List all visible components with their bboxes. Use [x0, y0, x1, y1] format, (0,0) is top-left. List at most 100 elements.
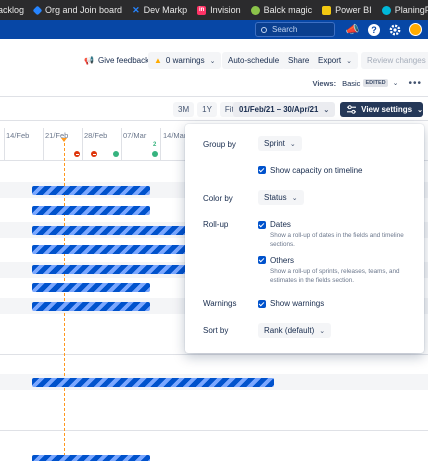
megaphone-icon: 📢: [84, 56, 94, 65]
bookmark-dev-markp[interactable]: ✕ Dev Markp: [132, 5, 187, 15]
issue-bar[interactable]: [32, 283, 150, 292]
zoom-1y-button[interactable]: 1Y: [197, 102, 217, 117]
issue-bar[interactable]: [32, 206, 150, 215]
issue-bar[interactable]: [32, 226, 192, 235]
search-placeholder: Search: [272, 25, 298, 34]
color-by-label: Color by: [203, 194, 233, 203]
bookmark-label: Dev Markp: [143, 5, 188, 15]
chevron-down-icon: ⌄: [323, 106, 330, 114]
settings-gear-icon[interactable]: [387, 22, 402, 37]
timeline-tick: [4, 128, 5, 160]
warning-icon: ▲: [154, 56, 162, 65]
sort-by-select[interactable]: Rank (default) ⌄: [258, 323, 332, 338]
help-icon[interactable]: ?: [366, 22, 381, 37]
release-overdue-marker[interactable]: [91, 151, 97, 157]
bookmark-label: Balck magic: [263, 5, 313, 15]
group-by-select[interactable]: Sprint ⌄: [258, 136, 302, 151]
bookmark-balck-magic[interactable]: Balck magic: [250, 5, 313, 15]
chevron-down-icon: ⌄: [289, 140, 296, 148]
issue-bar[interactable]: [32, 302, 150, 311]
toolbar-divider: [0, 96, 428, 97]
release-overdue-marker[interactable]: [74, 151, 80, 157]
export-label: Export: [318, 56, 342, 65]
group-by-value: Sprint: [264, 139, 285, 148]
today-marker: [61, 138, 67, 142]
share-button[interactable]: Share: [282, 52, 316, 69]
issue-bar[interactable]: [32, 245, 192, 254]
views-value: Basic: [342, 78, 361, 88]
sort-by-label: Sort by: [203, 326, 229, 335]
export-button[interactable]: Export ⌄: [312, 52, 358, 69]
avatar[interactable]: [409, 23, 422, 36]
chevron-down-icon: ⌄: [346, 57, 352, 65]
warnings-label: 0 warnings: [165, 56, 205, 65]
chevron-down-icon: ⌄: [291, 194, 298, 202]
release-marker[interactable]: [152, 151, 158, 157]
auto-schedule-button[interactable]: Auto-schedule: [222, 52, 286, 69]
rollup-label: Roll-up: [203, 220, 229, 229]
bookmark-label: Power BI: [335, 5, 372, 15]
show-capacity-checkbox[interactable]: [258, 166, 266, 174]
zoom-3m-button[interactable]: 3M: [173, 102, 195, 117]
dates-rollup-description: Show a roll-up of dates in the fields an…: [270, 232, 404, 248]
bookmark-org-and-join-board[interactable]: Org and Join board: [32, 5, 122, 15]
release-count: 2: [153, 142, 157, 148]
date-range-picker[interactable]: 01/Feb/21 – 30/Apr/21 ⌄: [233, 102, 336, 117]
timeline-tick: [43, 128, 44, 160]
bookmark-label: acklog: [0, 5, 25, 15]
release-marker[interactable]: [113, 151, 119, 157]
issue-bar[interactable]: [32, 378, 274, 387]
review-changes-label: Review changes: [367, 56, 426, 65]
dates-rollup-checkbox[interactable]: [258, 221, 266, 229]
svg-text:?: ?: [371, 25, 377, 35]
zoom-controls: 3M 1Y Fit: [173, 102, 242, 117]
chevron-down-icon: ⌄: [417, 106, 423, 114]
issue-bar[interactable]: [32, 186, 150, 195]
sliders-icon: [347, 105, 357, 114]
color-by-value: Status: [264, 193, 287, 202]
view-settings-label: View settings: [361, 105, 413, 114]
timeline-date-label: 28/Feb: [84, 131, 108, 140]
views-label: Views:: [312, 78, 337, 88]
dates-rollup-label: Dates: [270, 220, 291, 229]
bookmark-label: Invision: [210, 5, 241, 15]
auto-schedule-label: Auto-schedule: [228, 56, 280, 65]
bookmark-label: PlaningPoker: [394, 5, 428, 15]
view-settings-panel: Group by Sprint ⌄ Show capacity on timel…: [185, 124, 424, 353]
more-options-icon[interactable]: •••: [408, 78, 422, 89]
others-rollup-checkbox[interactable]: [258, 256, 266, 264]
views-selector[interactable]: Views: Basic EDITED ⌄ •••: [312, 76, 422, 90]
show-warnings-checkbox[interactable]: [258, 300, 266, 308]
chevron-down-icon: ⌄: [209, 57, 216, 65]
timeline-date-label: 07/Mar: [123, 131, 147, 140]
bookmarks-bar: acklog Org and Join board ✕ Dev Markp in…: [0, 0, 428, 20]
bookmark-invision[interactable]: in Invision: [197, 5, 241, 15]
invision-icon: in: [197, 5, 207, 15]
power-bi-icon: [322, 5, 332, 15]
notifications-icon[interactable]: 📣: [345, 22, 360, 37]
color-by-select[interactable]: Status ⌄: [258, 190, 304, 205]
share-label: Share: [288, 56, 310, 65]
bookmark-power-bi[interactable]: Power BI: [322, 5, 372, 15]
globe-icon: [250, 5, 260, 15]
edited-badge: EDITED: [363, 79, 388, 87]
search-input[interactable]: Search: [255, 22, 335, 37]
timeline-tick: [160, 128, 161, 160]
sort-by-value: Rank (default): [264, 326, 315, 335]
issue-bar[interactable]: [32, 265, 192, 274]
view-settings-button[interactable]: View settings ⌄: [340, 102, 423, 117]
issue-bar[interactable]: [32, 455, 150, 461]
warnings-button[interactable]: ▲ 0 warnings ⌄: [148, 52, 222, 69]
chevron-down-icon: ⌄: [319, 327, 326, 335]
others-rollup-label: Others: [270, 256, 295, 265]
bookmark-planingpoker[interactable]: PlaningPoker: [381, 5, 428, 15]
timeline-date-label: 14/Mar: [163, 131, 187, 140]
show-warnings-label: Show warnings: [270, 299, 325, 308]
bookmark-backlog[interactable]: acklog: [0, 5, 24, 15]
review-changes-button[interactable]: Review changes: [361, 52, 428, 69]
show-capacity-label: Show capacity on timeline: [270, 166, 363, 175]
search-icon: [261, 26, 267, 33]
feedback-button[interactable]: 📢 Give feedback: [84, 52, 149, 69]
feedback-label: Give feedback: [97, 56, 150, 65]
warnings-label: Warnings: [203, 299, 237, 308]
